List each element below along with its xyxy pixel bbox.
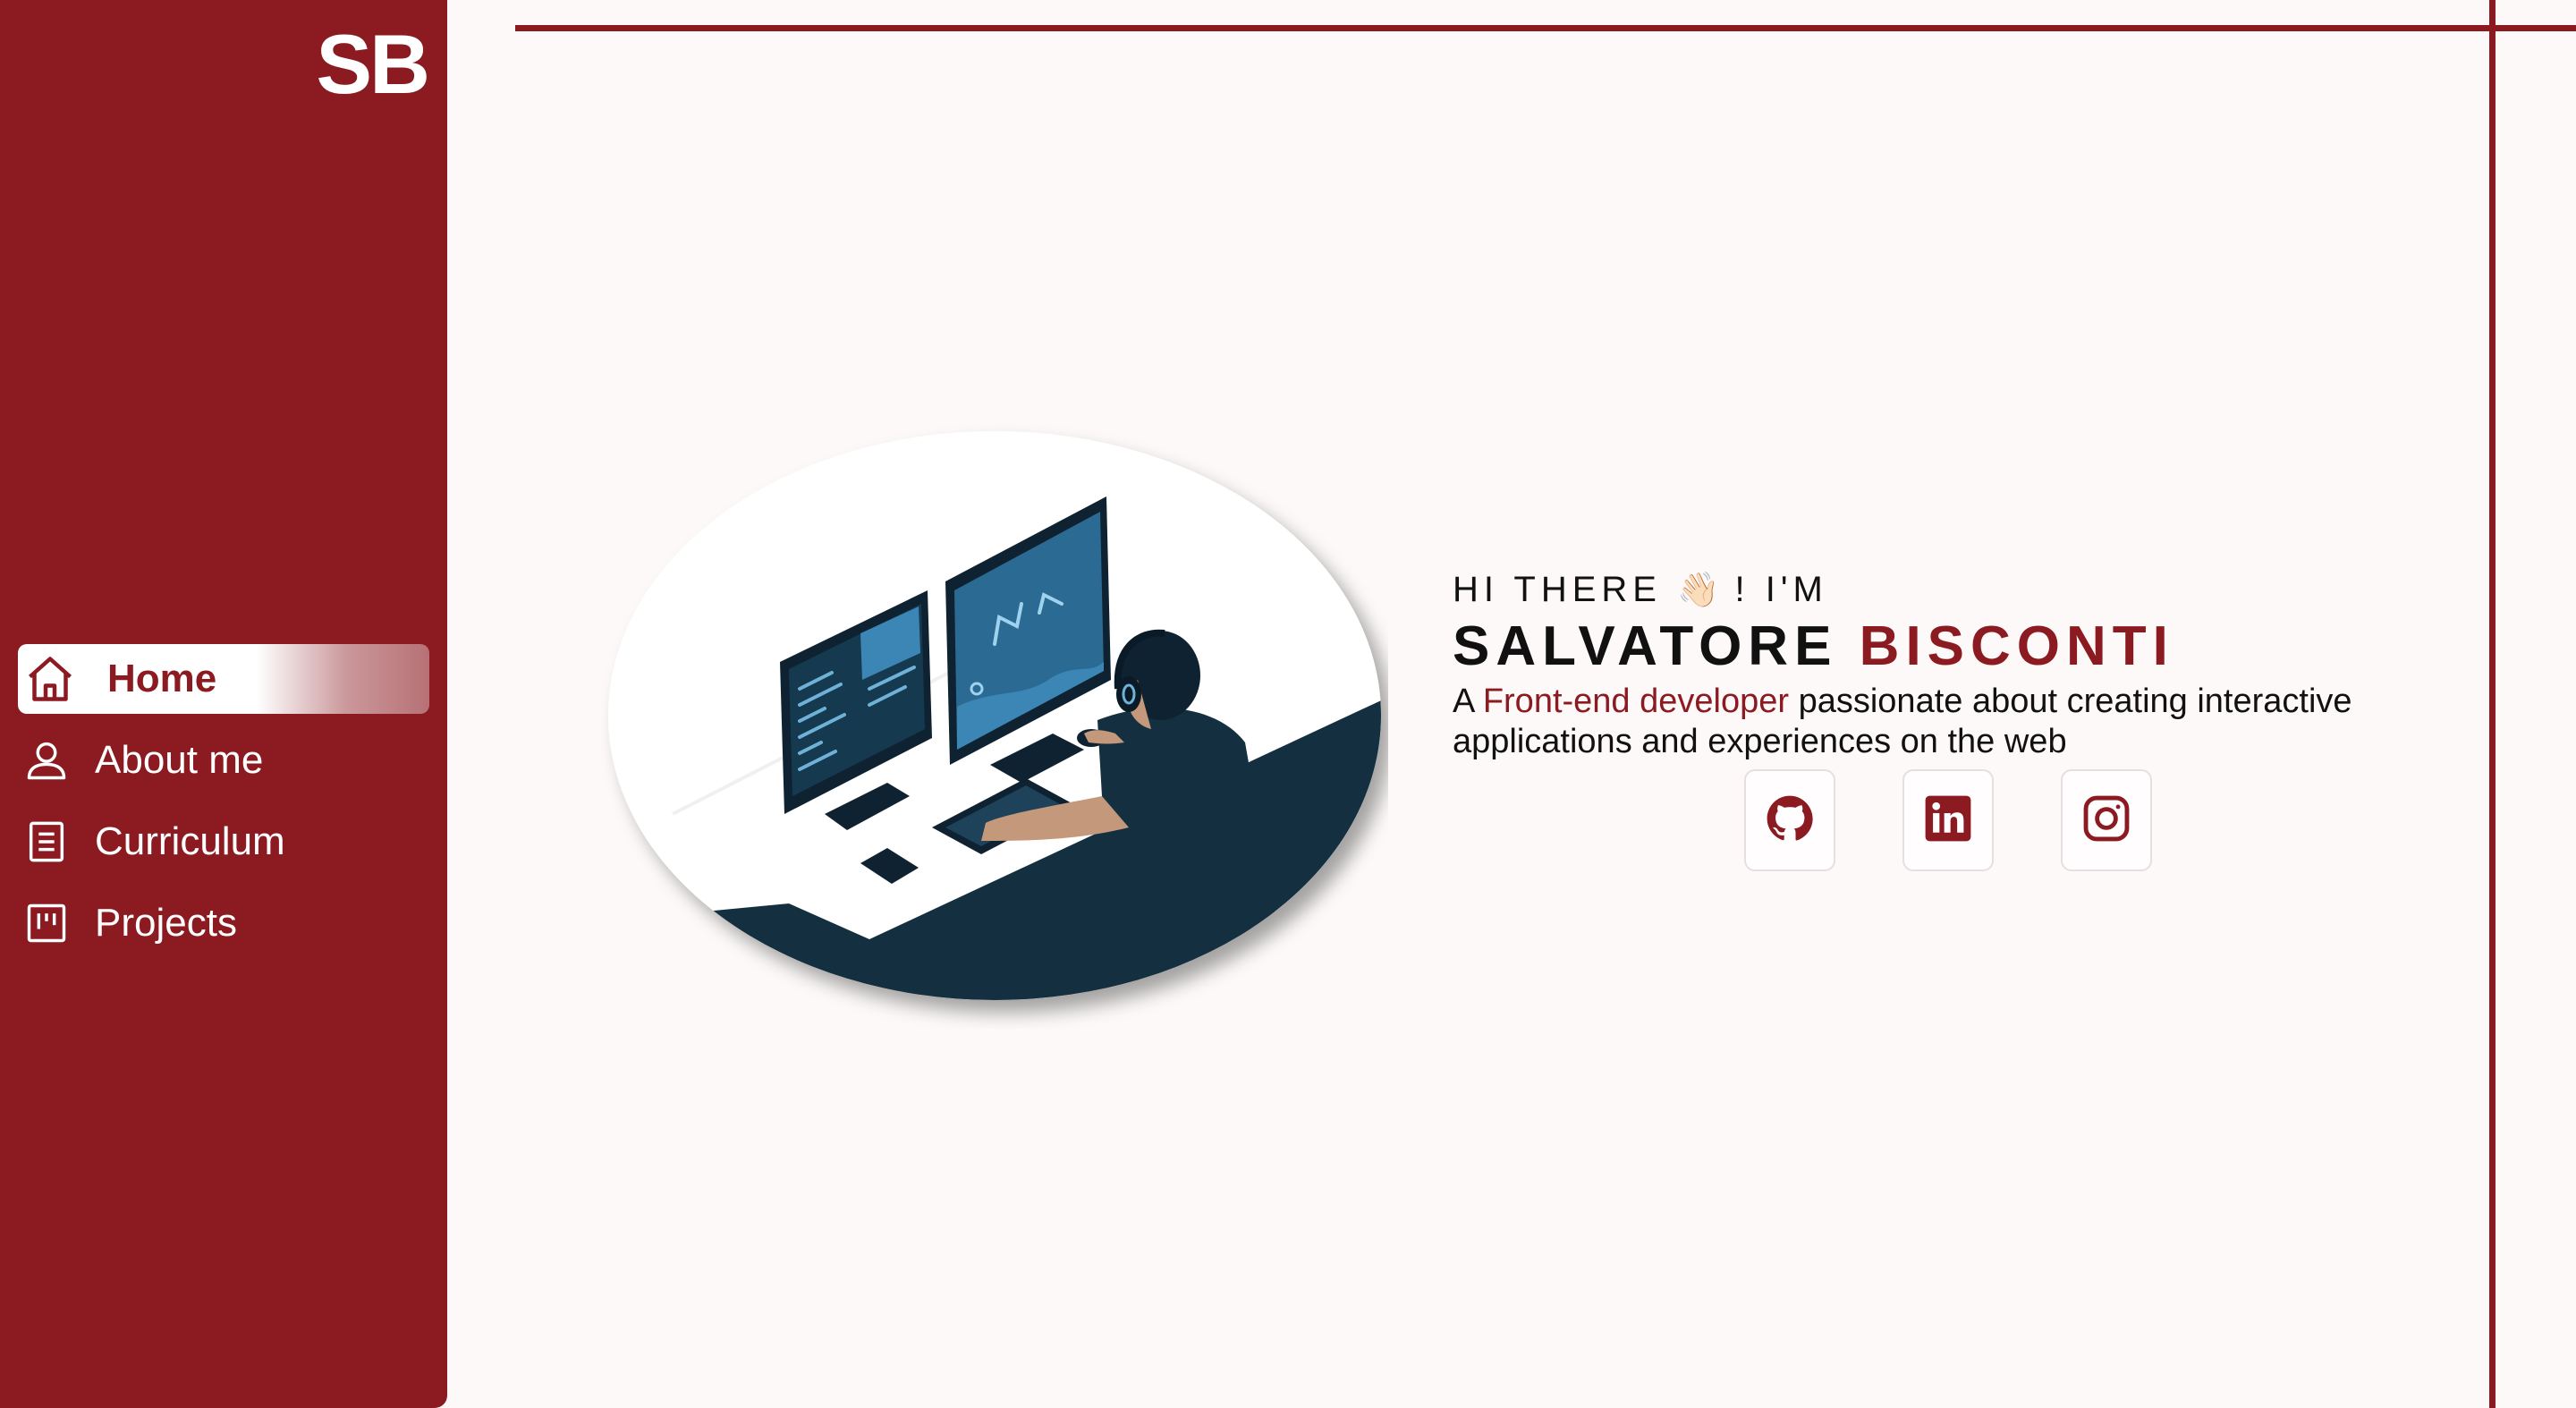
home-icon <box>18 652 89 706</box>
greeting-text: HI THERE <box>1453 570 1678 609</box>
document-icon <box>18 819 89 865</box>
github-icon <box>1764 793 1816 849</box>
nav-item-about[interactable]: About me <box>18 725 429 795</box>
page: SB Home About me Curriculum Projects HI … <box>0 0 2576 1408</box>
nav-label-about: About me <box>95 738 264 782</box>
nav-label-home: Home <box>107 657 217 700</box>
linkedin-icon <box>1922 793 1974 849</box>
site-logo[interactable]: SB <box>316 16 430 113</box>
user-icon <box>18 737 89 784</box>
github-button[interactable] <box>1744 769 1835 871</box>
full-name: SALVATORE BISCONTI <box>1453 615 2454 678</box>
linkedin-button[interactable] <box>1902 769 1994 871</box>
right-divider <box>2489 0 2496 1408</box>
instagram-button[interactable] <box>2061 769 2152 871</box>
board-icon <box>18 900 89 946</box>
top-divider <box>515 25 2576 31</box>
nav-label-curriculum: Curriculum <box>95 819 285 863</box>
tagline: A Front-end developer passionate about c… <box>1453 682 2454 762</box>
tagline-prefix: A <box>1453 683 1483 720</box>
greeting: HI THERE 👋🏻 ! I'M <box>1453 565 2454 614</box>
nav-item-curriculum[interactable]: Curriculum <box>18 807 429 877</box>
social-links <box>1744 769 2152 871</box>
developer-illustration <box>601 420 1388 1029</box>
instagram-icon <box>2080 793 2132 849</box>
nav-item-projects[interactable]: Projects <box>18 888 429 958</box>
first-name: SALVATORE <box>1453 615 1838 677</box>
tagline-role: Front-end developer <box>1482 683 1790 720</box>
intro-section: HI THERE 👋🏻 ! I'M SALVATORE BISCONTI A F… <box>1453 565 2454 762</box>
main-nav: Home About me Curriculum Projects <box>18 644 429 970</box>
nav-label-projects: Projects <box>95 901 237 945</box>
waving-hand-icon: 👋🏻 <box>1677 572 1720 609</box>
greeting-suffix: ! I'M <box>1719 570 1828 609</box>
last-name: BISCONTI <box>1859 615 2174 677</box>
sidebar: SB Home About me Curriculum Projects <box>0 0 447 1408</box>
nav-item-home[interactable]: Home <box>18 644 429 714</box>
